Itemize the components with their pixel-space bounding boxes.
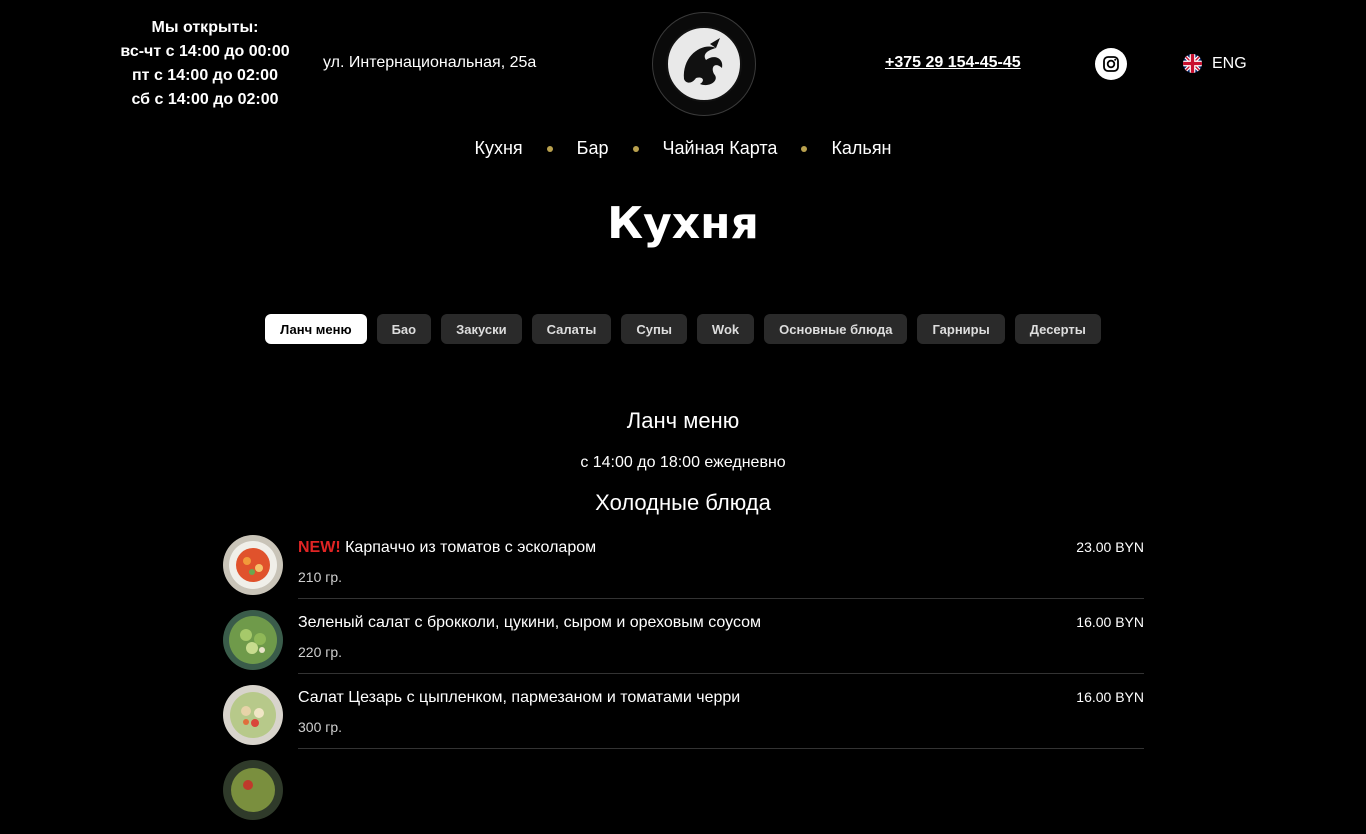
dish-photo bbox=[222, 684, 284, 746]
dish-name: NEW! Карпаччо из томатов с эсколаром bbox=[298, 539, 596, 557]
hours-line: вс-чт с 14:00 до 00:00 bbox=[120, 43, 290, 60]
uk-flag-icon bbox=[1183, 54, 1202, 73]
language-switch[interactable]: ENG bbox=[1183, 54, 1247, 73]
hours-line: пт с 14:00 до 02:00 bbox=[132, 67, 278, 84]
dish-title: Карпаччо из томатов с эсколаром bbox=[345, 539, 597, 556]
nav-separator-dot bbox=[632, 145, 639, 152]
nav-item-tea-menu[interactable]: Чайная Карта bbox=[663, 138, 778, 159]
dish-weight: 220 гр. bbox=[298, 644, 343, 660]
category-tab-salads[interactable]: Салаты bbox=[531, 314, 612, 344]
divider bbox=[298, 748, 1144, 749]
phone-link[interactable]: +375 29 154-45-45 bbox=[885, 54, 1021, 72]
dish-weight: 300 гр. bbox=[298, 719, 343, 735]
dish-price: 16.00 BYN bbox=[1076, 689, 1144, 705]
dragon-logo[interactable] bbox=[652, 12, 756, 116]
divider bbox=[298, 598, 1144, 599]
section-subtitle: с 14:00 до 18:00 ежедневно bbox=[580, 454, 786, 471]
category-tab-lunch[interactable]: Ланч меню bbox=[265, 314, 367, 344]
nav-item-kitchen[interactable]: Кухня bbox=[474, 138, 522, 159]
page-title: Кухня bbox=[607, 198, 759, 249]
hours-line: Мы открыты: bbox=[151, 19, 259, 36]
dish-name: Зеленый салат с брокколи, цукини, сыром … bbox=[298, 614, 761, 632]
nav-item-hookah[interactable]: Кальян bbox=[831, 138, 891, 159]
menu-item[interactable]: NEW! Карпаччо из томатов с эсколаром 210… bbox=[222, 534, 1144, 609]
dish-title: Салат Цезарь с цыпленком, пармезаном и т… bbox=[298, 689, 741, 706]
section-title: Ланч меню bbox=[626, 408, 740, 433]
category-tab-main-dishes[interactable]: Основные блюда bbox=[764, 314, 908, 344]
dish-title: Зеленый салат с брокколи, цукини, сыром … bbox=[298, 614, 762, 631]
category-tab-desserts[interactable]: Десерты bbox=[1014, 314, 1101, 344]
dish-weight: 210 гр. bbox=[298, 569, 343, 585]
nav-item-bar[interactable]: Бар bbox=[577, 138, 609, 159]
menu-item[interactable] bbox=[222, 759, 1144, 834]
dish-photo bbox=[222, 759, 284, 821]
divider bbox=[298, 673, 1144, 674]
menu-list: NEW! Карпаччо из томатов с эсколаром 210… bbox=[222, 534, 1144, 834]
category-tabs: Ланч меню Бао Закуски Салаты Супы Wok Ос… bbox=[0, 314, 1366, 344]
opening-hours: Мы открыты: вс-чт с 14:00 до 00:00 пт с … bbox=[105, 16, 305, 112]
dish-price: 16.00 BYN bbox=[1076, 614, 1144, 630]
nav-separator-dot bbox=[801, 145, 808, 152]
language-label: ENG bbox=[1212, 54, 1247, 72]
dish-photo bbox=[222, 609, 284, 671]
category-tab-wok[interactable]: Wok bbox=[696, 314, 755, 344]
menu-item[interactable]: Зеленый салат с брокколи, цукини, сыром … bbox=[222, 609, 1144, 684]
nav-separator-dot bbox=[546, 145, 553, 152]
main-nav: Кухня Бар Чайная Карта Кальян bbox=[0, 138, 1366, 159]
category-tab-sides[interactable]: Гарниры bbox=[917, 314, 1005, 344]
dish-name: Салат Цезарь с цыпленком, пармезаном и т… bbox=[298, 689, 740, 707]
category-tab-soups[interactable]: Супы bbox=[621, 314, 687, 344]
instagram-icon[interactable] bbox=[1095, 48, 1127, 80]
address: ул. Интернациональная, 25а bbox=[323, 54, 537, 71]
dish-price: 23.00 BYN bbox=[1076, 539, 1144, 555]
hours-line: сб с 14:00 до 02:00 bbox=[131, 91, 279, 108]
group-title: Холодные блюда bbox=[595, 490, 771, 515]
category-tab-bao[interactable]: Бао bbox=[376, 314, 432, 344]
dish-photo bbox=[222, 534, 284, 596]
new-badge: NEW! bbox=[298, 539, 341, 556]
menu-item[interactable]: Салат Цезарь с цыпленком, пармезаном и т… bbox=[222, 684, 1144, 759]
category-tab-snacks[interactable]: Закуски bbox=[441, 314, 522, 344]
